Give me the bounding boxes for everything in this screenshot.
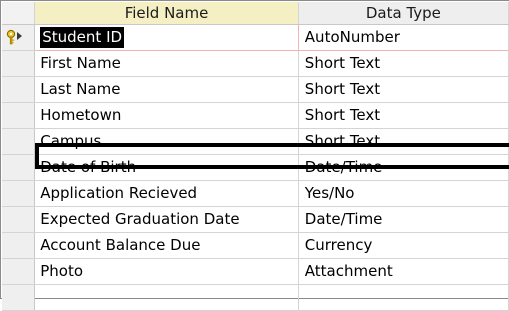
table-row[interactable]: Photo Attachment xyxy=(2,258,509,285)
row-selector[interactable] xyxy=(2,50,36,77)
data-type-cell[interactable]: Yes/No xyxy=(298,180,509,207)
table-row[interactable]: Expected Graduation Date Date/Time xyxy=(2,206,509,233)
key-icon xyxy=(6,29,22,44)
header-row: Field Name Data Type xyxy=(2,2,509,25)
table-row[interactable]: Hometown Short Text xyxy=(2,102,509,129)
row-selector[interactable] xyxy=(2,284,36,311)
row-selector[interactable] xyxy=(2,154,36,181)
field-name-cell[interactable]: Photo xyxy=(34,258,299,285)
field-name-cell[interactable]: Account Balance Due xyxy=(34,232,299,259)
table-row[interactable] xyxy=(2,284,509,311)
data-type-cell[interactable] xyxy=(298,284,509,311)
data-type-cell[interactable]: Date/Time xyxy=(298,154,509,181)
row-selector[interactable] xyxy=(2,206,36,233)
data-type-cell[interactable]: Attachment xyxy=(298,258,509,285)
table-row[interactable]: Campus Short Text xyxy=(2,128,509,155)
row-selector[interactable] xyxy=(2,102,36,129)
row-selector[interactable] xyxy=(2,24,36,51)
select-all-corner[interactable] xyxy=(2,2,36,25)
data-type-cell[interactable]: Short Text xyxy=(298,128,509,155)
field-name-cell[interactable]: Last Name xyxy=(34,76,299,103)
row-selector[interactable] xyxy=(2,258,36,285)
field-name-cell[interactable]: First Name xyxy=(34,50,299,77)
field-name-cell[interactable]: Expected Graduation Date xyxy=(34,206,299,233)
row-selector[interactable] xyxy=(2,76,36,103)
table-design-grid: Field Name Data Type Student ID AutoNumb… xyxy=(0,0,509,311)
field-table: Field Name Data Type Student ID AutoNumb… xyxy=(2,2,509,311)
field-name-cell[interactable]: Hometown xyxy=(34,102,299,129)
field-name-text: Student ID xyxy=(40,26,125,48)
field-name-cell[interactable]: Campus xyxy=(34,128,299,155)
field-name-cell[interactable]: Student ID xyxy=(34,23,299,51)
data-type-cell[interactable]: Short Text xyxy=(298,50,509,77)
data-type-cell[interactable]: Short Text xyxy=(298,76,509,103)
data-type-cell[interactable]: Date/Time xyxy=(298,206,509,233)
table-row[interactable]: Student ID AutoNumber xyxy=(2,23,509,51)
table-row[interactable]: Date of Birth Date/Time xyxy=(2,154,509,181)
field-name-cell[interactable]: Application Recieved xyxy=(34,180,299,207)
field-name-header[interactable]: Field Name xyxy=(34,2,299,25)
data-type-header[interactable]: Data Type xyxy=(298,2,509,25)
table-row[interactable]: Account Balance Due Currency xyxy=(2,232,509,259)
field-name-cell[interactable] xyxy=(34,284,299,311)
row-selector[interactable] xyxy=(2,180,36,207)
data-type-cell[interactable]: Currency xyxy=(298,232,509,259)
table-row[interactable]: First Name Short Text xyxy=(2,50,509,77)
table-row[interactable]: Last Name Short Text xyxy=(2,76,509,103)
data-type-cell[interactable]: AutoNumber xyxy=(298,23,509,51)
row-selector[interactable] xyxy=(2,128,36,155)
data-type-cell[interactable]: Short Text xyxy=(298,102,509,129)
table-row[interactable]: Application Recieved Yes/No xyxy=(2,180,509,207)
field-name-cell[interactable]: Date of Birth xyxy=(34,154,299,181)
row-selector[interactable] xyxy=(2,232,36,259)
